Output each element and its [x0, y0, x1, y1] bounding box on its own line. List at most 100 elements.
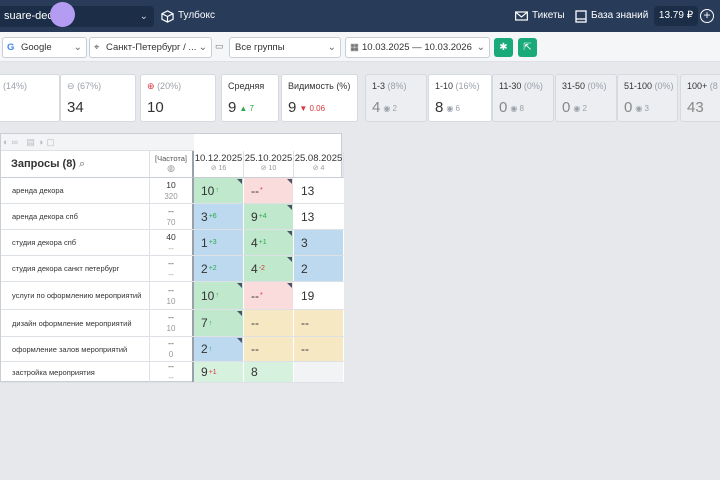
position-cell[interactable]: 2 ↑ [194, 337, 244, 361]
query-cell[interactable]: аренда декора спб [1, 204, 150, 229]
position-cell[interactable]: 13 [294, 178, 344, 203]
card-label: Средняя [228, 81, 264, 91]
project-selector[interactable]: suare-deco ⌄ [0, 6, 154, 27]
position-cell[interactable]: 9 +1 [194, 362, 244, 382]
knowledge-base-link[interactable]: База знаний [575, 0, 648, 32]
card-label: 31-50 (0%) [562, 81, 607, 91]
frequency-base: 0 [168, 350, 174, 359]
table-row[interactable]: аренда декора спб -- 70 3 +6 9 +4 13 [1, 204, 344, 230]
date-column-header[interactable]: 25.10.2025 ⊘ 10 [244, 151, 294, 178]
table-toolbar: ◐∞ ▤◑▢ [1, 134, 194, 151]
position-cell[interactable]: 9 +4 [244, 204, 294, 229]
grid-icon[interactable]: ▤ [26, 137, 38, 147]
toolbox-link[interactable]: Тулбокс [161, 0, 215, 32]
query-cell[interactable]: аренда декора [1, 178, 150, 203]
queries-header[interactable]: Запросы (8) ⌕ [1, 151, 150, 178]
google-icon: G [7, 42, 15, 53]
frequency-cell: -- -- [150, 256, 194, 281]
frequency-cell: -- 10 [150, 310, 194, 336]
table-row[interactable]: студия декора санкт петербург -- -- 2 +2 4 -2 2 [1, 256, 344, 282]
tickets-label: Тикеты [532, 10, 565, 21]
position-value: -- [251, 342, 259, 356]
position-cell[interactable]: 2 +2 [194, 256, 244, 281]
card-delta-text: 3 [644, 103, 649, 113]
summary-card[interactable]: ⊕ (20%) 10 [140, 74, 216, 122]
settings-button[interactable]: ✱ [494, 38, 513, 57]
query-cell[interactable]: застройка мероприятия [1, 362, 150, 382]
position-cell[interactable]: 10 ↑ [194, 178, 244, 203]
link-icon[interactable]: ∞ [11, 137, 20, 147]
balance-badge[interactable]: 13.79 ₽ [654, 6, 698, 26]
position-cell[interactable]: 10 ↑ [194, 282, 244, 309]
table-row[interactable]: оформление залов мероприятий -- 0 2 ↑ -- -- [1, 337, 344, 362]
position-cell[interactable]: 3 [294, 230, 344, 255]
card-percent: (14%) [3, 81, 28, 91]
position-cell[interactable]: -- [244, 310, 294, 336]
search-icon[interactable]: ⌕ [79, 158, 85, 170]
position-cell[interactable]: 8 [244, 362, 294, 382]
frequency-value: -- [168, 338, 174, 348]
position-value: -- [251, 183, 259, 198]
neutral-icon: ⊖ [67, 81, 75, 91]
position-cell[interactable]: -- * [244, 282, 294, 309]
position-cell[interactable]: -- * [244, 178, 294, 203]
position-cell[interactable]: -- [244, 337, 294, 361]
add-funds-icon[interactable]: + [700, 9, 714, 23]
query-cell[interactable]: оформление залов мероприятий [1, 337, 150, 361]
card-value: 8 ◉ 6 [435, 99, 460, 116]
export-button[interactable]: ⇱ [518, 38, 537, 57]
summary-card[interactable]: 31-50 (0%) 0 ◉ 2 [555, 74, 617, 122]
card-value-text: 34 [67, 99, 84, 116]
table-row[interactable]: дизайн оформление мероприятий -- 10 7 ↑ -- -- [1, 310, 344, 337]
summary-card[interactable]: (14%) [0, 74, 60, 122]
position-cell[interactable]: 1 +3 [194, 230, 244, 255]
summary-card[interactable]: 1-3 (8%) 4 ◉ 2 [365, 74, 427, 122]
table-row[interactable]: аренда декора 10 320 10 ↑ -- * 13 [1, 178, 344, 204]
query-cell[interactable]: студия декора санкт петербург [1, 256, 150, 281]
position-cell[interactable]: 13 [294, 204, 344, 229]
summary-card[interactable]: 1-10 (16%) 8 ◉ 6 [428, 74, 492, 122]
export-icon: ⇱ [523, 42, 532, 53]
summary-card[interactable]: 100+ (8 43 [680, 74, 720, 122]
query-cell[interactable]: услуги по оформлению мероприятий [1, 282, 150, 309]
table-row[interactable]: услуги по оформлению мероприятий -- 10 10 ↑ -… [1, 282, 344, 310]
card-value-text: 9 [228, 99, 237, 116]
query-cell[interactable]: студия декора спб [1, 230, 150, 255]
position-cell[interactable]: 4 +1 [244, 230, 294, 255]
note-marker-icon [237, 311, 242, 316]
position-cell[interactable]: 3 +6 [194, 204, 244, 229]
summary-card[interactable]: 11-30 (0%) 0 ◉ 8 [492, 74, 554, 122]
card-percent: (0%) [654, 81, 674, 91]
table-row[interactable]: студия декора спб 40 -- 1 +3 4 +1 3 [1, 230, 344, 256]
position-cell[interactable]: 19 [294, 282, 344, 309]
copy-icon[interactable]: ▢ [46, 137, 58, 147]
summary-card[interactable]: 51-100 (0%) 0 ◉ 3 [617, 74, 678, 122]
region-select[interactable]: ⌖ Санкт-Петербург / ... ⌄ [89, 37, 212, 58]
card-label: Видимость (%) [288, 81, 350, 91]
position-cell[interactable]: -- [294, 337, 344, 361]
position-cell[interactable] [294, 362, 344, 382]
date-range-select[interactable]: ▦ 10.03.2025 — 10.03.2026 ⌄ [345, 37, 490, 58]
date-column-header[interactable]: 25.08.2025 ⊘ 4 [294, 151, 344, 178]
card-label-text: 1-10 [435, 81, 454, 91]
query-cell[interactable]: дизайн оформление мероприятий [1, 310, 150, 336]
position-cell[interactable]: -- [294, 310, 344, 336]
summary-card[interactable]: Средняя 9 ▲ 7 [221, 74, 279, 122]
frequency-header[interactable]: [Частота] ◍ [150, 151, 194, 178]
groups-select[interactable]: Все группы ⌄ [229, 37, 341, 58]
card-value: 43 [687, 99, 704, 116]
card-percent: (0%) [587, 81, 607, 91]
search-engine-select[interactable]: G Google ⌄ [2, 37, 87, 58]
date-column-header[interactable]: 10.12.2025 ⊘ 16 [194, 151, 244, 178]
summary-card[interactable]: Видимость (%) 9 ▼ 0.06 [281, 74, 358, 122]
tickets-link[interactable]: Тикеты [515, 0, 565, 32]
frequency-value: 40 [166, 231, 176, 242]
table-row[interactable]: застройка мероприятия -- -- 9 +1 8 [1, 361, 344, 383]
folder-icon: ▭ [215, 41, 224, 51]
position-cell[interactable]: 7 ↑ [194, 310, 244, 336]
card-value: 0 ◉ 3 [624, 99, 649, 116]
top-bar: suare-deco ⌄ Тулбокс Тикеты База знаний … [0, 0, 720, 32]
position-cell[interactable]: 2 [294, 256, 344, 281]
summary-card[interactable]: ⊖ (67%) 34 [60, 74, 136, 122]
position-cell[interactable]: 4 -2 [244, 256, 294, 281]
